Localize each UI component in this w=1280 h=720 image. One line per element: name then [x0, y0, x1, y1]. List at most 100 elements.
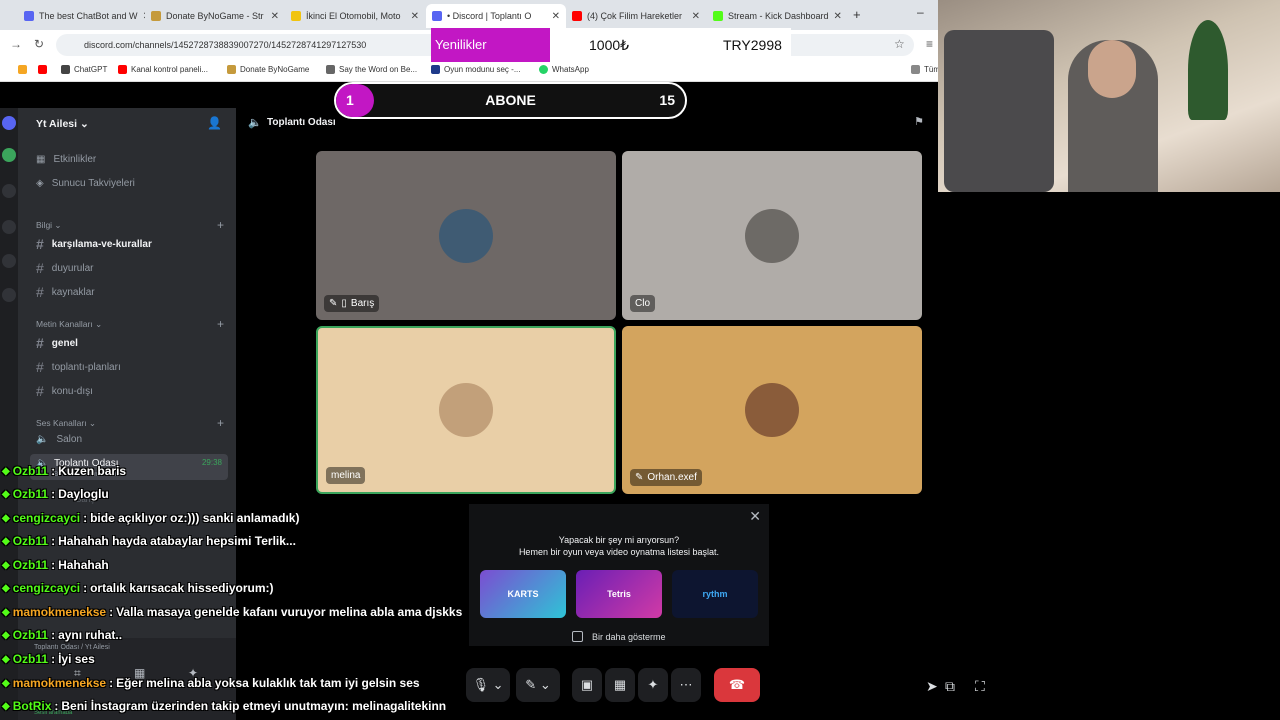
avatar — [439, 208, 493, 263]
server-icon[interactable] — [2, 148, 16, 162]
channel-item[interactable]: # karşılama-ve-kurallar — [36, 236, 152, 252]
goal-label: ABONE — [485, 92, 536, 108]
bookmark-item[interactable]: Donate ByNoGame — [227, 65, 309, 74]
bookmark-item[interactable]: WhatsApp — [539, 65, 589, 74]
reload-icon[interactable]: ↻ — [34, 37, 44, 51]
bookmark-item[interactable]: Oyun modunu seç -... — [431, 65, 520, 74]
close-icon[interactable]: ✕ — [749, 508, 761, 525]
chat-username: cengizcayci — [12, 511, 81, 525]
dont-show-checkbox[interactable] — [572, 631, 583, 642]
badge-icon: ◆ — [2, 488, 10, 500]
chat-text: Beni İnstagram üzerinden takip etmeyi un… — [61, 699, 447, 713]
invite-icon[interactable]: 👤 — [207, 116, 222, 130]
chat-separator: : — [109, 676, 114, 690]
browser-tab[interactable]: The best ChatBot and W✕ — [18, 4, 145, 28]
server-icon[interactable] — [2, 254, 16, 268]
minimize-icon[interactable]: – — [917, 5, 924, 19]
voice-channel-item[interactable]: 🔈 Salon — [36, 434, 82, 445]
bookmark-star-icon[interactable]: ☆ — [894, 37, 905, 51]
participant-tile[interactable]: Clo — [622, 151, 922, 320]
download-icon[interactable] — [2, 288, 16, 302]
participant-label: Clo — [630, 295, 656, 312]
bookmark-item[interactable]: Kanal kontrol paneli... — [118, 65, 208, 74]
close-icon[interactable]: ✕ — [834, 11, 842, 22]
bookmark-item[interactable]: ChatGPT — [61, 65, 107, 74]
speaker-icon: 🔈 — [36, 434, 49, 445]
category-header[interactable]: Ses Kanalları ⌄ — [36, 418, 96, 429]
donation-total: TRY2998 — [723, 37, 782, 53]
chat-separator: : — [51, 558, 56, 572]
browser-tab[interactable]: (4) Çok Filim Hareketler ✕ — [566, 4, 706, 28]
page-icon — [326, 65, 335, 74]
screen-share-button[interactable]: ▣ — [572, 668, 602, 702]
server-icon[interactable] — [2, 184, 16, 198]
forward-icon[interactable]: → — [10, 37, 22, 51]
activities-icon: ▦ — [613, 677, 627, 692]
activities-button[interactable]: ▦ — [605, 668, 635, 702]
disconnect-button[interactable]: ☎ — [714, 668, 760, 702]
boost-icon: ◈ — [36, 178, 44, 189]
sidebar-item-boosts[interactable]: ◈ Sunucu Takviyeleri — [36, 178, 135, 189]
chat-text: Eğer melina abla yoksa kulaklık tak tam … — [116, 676, 420, 690]
more-button[interactable]: ⋯ — [671, 668, 701, 702]
threads-icon[interactable]: ⚑ — [914, 115, 924, 128]
christmas-tree — [1188, 20, 1228, 120]
soundboard-icon: ✦ — [647, 677, 659, 692]
deafen-icon: ✎ — [635, 472, 644, 483]
browser-tab[interactable]: Donate ByNoGame - Str ✕ — [145, 4, 285, 28]
menu-icon[interactable]: ≡ — [926, 37, 933, 51]
chat-username: Ozb11 — [12, 534, 49, 548]
hash-icon: # — [36, 236, 44, 252]
popout-icon[interactable]: ⧉ — [945, 678, 955, 695]
camera-button[interactable]: ✎ ⌄ — [516, 668, 560, 702]
server-icon[interactable] — [2, 220, 16, 234]
chat-separator: : — [51, 487, 56, 501]
soundboard-button[interactable]: ✦ — [638, 668, 668, 702]
apps-icon[interactable] — [18, 65, 27, 74]
close-icon[interactable]: ✕ — [552, 11, 560, 22]
sidebar-item-events[interactable]: ▦ Etkinlikler — [36, 154, 96, 165]
category-header[interactable]: Bilgi ⌄ — [36, 220, 62, 231]
chat-username: cengizcayci — [12, 581, 81, 595]
activity-game-tetris[interactable]: Tetris — [576, 570, 662, 618]
bookmark-item[interactable]: Say the Word on Be... — [326, 65, 417, 74]
fullscreen-icon[interactable]: ⛶ — [975, 678, 985, 695]
participant-tile[interactable]: ✎ ▯ Barış — [316, 151, 616, 320]
browser-tab[interactable]: İkinci El Otomobil, Moto ✕ — [285, 4, 425, 28]
channel-item[interactable]: # duyurular — [36, 260, 94, 276]
activity-game-rythm[interactable]: rythm — [672, 570, 758, 618]
server-icon[interactable] — [2, 116, 16, 130]
chat-separator: : — [83, 511, 88, 525]
chat-message: ◆ Ozb11: Hahahah — [2, 558, 109, 572]
chat-separator: : — [51, 464, 56, 478]
close-icon[interactable]: ✕ — [271, 11, 279, 22]
add-channel-icon[interactable]: + — [217, 416, 224, 430]
chat-text: İyi ses — [58, 652, 95, 666]
channel-item[interactable]: # konu-dışı — [36, 383, 93, 399]
tab-favicon-icon — [713, 11, 723, 21]
new-tab-button[interactable]: + — [853, 7, 861, 22]
server-name[interactable]: Yt Ailesi ⌄ — [36, 118, 89, 130]
hash-icon: # — [36, 359, 44, 375]
channel-item[interactable]: # genel — [36, 335, 78, 351]
chat-username: Ozb11 — [12, 558, 49, 572]
goal-target: 15 — [659, 92, 675, 108]
browser-tab-active[interactable]: • Discord | Toplantı O ✕ — [426, 4, 566, 28]
channel-item[interactable]: # toplantı-planları — [36, 359, 121, 375]
chat-message: ◆ Ozb11: Hahahah hayda atabaylar hepsimi T… — [2, 534, 296, 548]
category-header[interactable]: Metin Kanalları ⌄ — [36, 319, 102, 330]
bookmark-youtube[interactable] — [38, 65, 47, 74]
avatar — [745, 383, 799, 437]
close-icon[interactable]: ✕ — [411, 11, 419, 22]
browser-tab[interactable]: Stream - Kick Dashboard ✕ — [707, 4, 847, 28]
close-icon[interactable]: ✕ — [692, 11, 700, 22]
bookmark-folder[interactable]: Tüm — [911, 65, 940, 74]
chat-username: Ozb11 — [12, 487, 49, 501]
calendar-icon: ▦ — [36, 154, 46, 165]
add-channel-icon[interactable]: + — [217, 218, 224, 232]
participant-tile[interactable]: ✎ Orhan.exef — [622, 326, 922, 494]
badge-icon: ◆ — [2, 629, 10, 641]
participant-label: ✎ Orhan.exef — [630, 469, 702, 486]
channel-item[interactable]: # kaynaklar — [36, 284, 95, 300]
add-channel-icon[interactable]: + — [217, 317, 224, 331]
